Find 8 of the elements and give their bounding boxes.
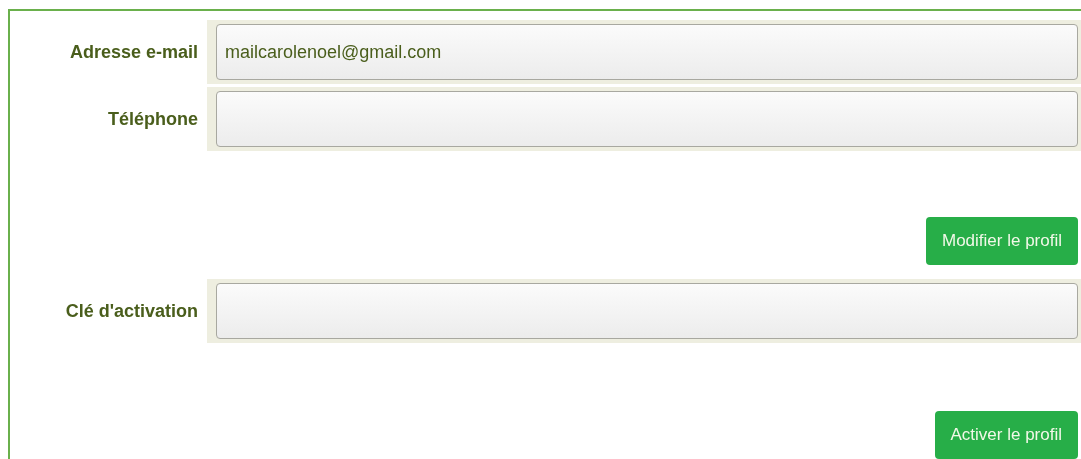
field-label: Adresse e-mail <box>68 40 199 64</box>
activate-profile-button[interactable]: Activer le profil <box>934 411 1078 459</box>
input-field[interactable] <box>216 283 1078 339</box>
field-label: Téléphone <box>107 107 199 131</box>
input-field[interactable] <box>216 91 1078 147</box>
edit-profile-button[interactable]: Modifier le profil <box>926 217 1078 265</box>
input-field[interactable]: mailcarolenoel@gmail.com <box>216 24 1078 80</box>
field-label: Clé d'activation <box>64 299 199 323</box>
